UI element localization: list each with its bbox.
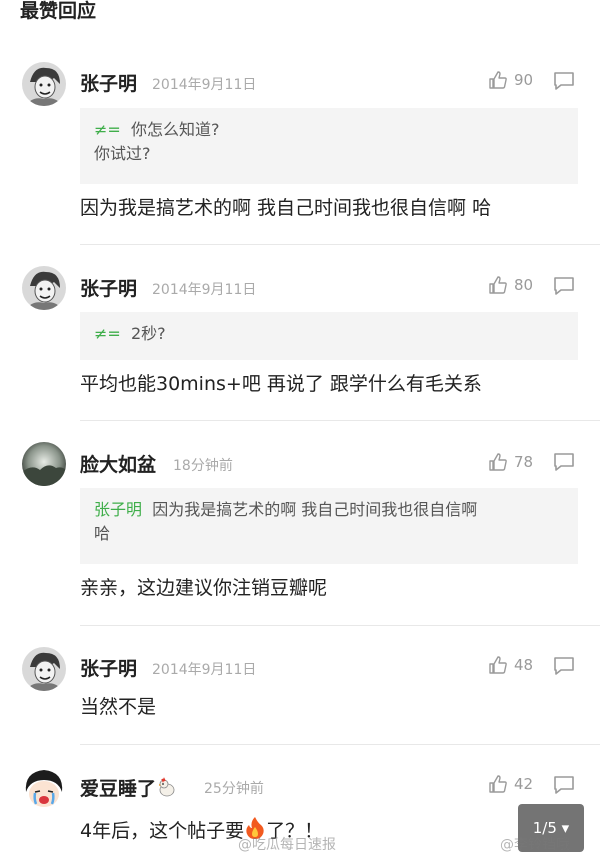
reply-bubble-icon[interactable] xyxy=(553,775,575,795)
username[interactable]: 脸大如盆 xyxy=(80,453,156,477)
cartoon-avatar-icon xyxy=(22,62,66,106)
quote-text: 因为我是搞艺术的啊 我自己时间我也很自信啊 xyxy=(152,500,478,519)
comment-time: 2014年9月11日 xyxy=(152,662,257,678)
comment-text: 亲亲，这边建议你注销豆瓣呢 xyxy=(80,577,328,599)
quote-text: 你试过? xyxy=(94,144,151,163)
comment-text: 平均也能30mins+吧 再说了 跟学什么有毛关系 xyxy=(80,373,482,395)
thumbs-up-icon xyxy=(489,775,507,793)
user-avatar[interactable] xyxy=(22,766,66,810)
comment-time: 2014年9月11日 xyxy=(152,77,257,93)
quote-symbol: ≠= xyxy=(94,324,121,343)
thumbs-up-icon xyxy=(489,71,507,89)
reply-bubble-icon[interactable] xyxy=(553,276,575,296)
divider xyxy=(80,420,600,421)
comment-time: 18分钟前 xyxy=(173,458,233,474)
comment-time: 25分钟前 xyxy=(204,781,264,797)
quote-text: 你怎么知道? xyxy=(130,120,220,139)
quote-text: 哈 xyxy=(94,524,111,543)
comment-time: 2014年9月11日 xyxy=(152,282,257,298)
quoted-reply: 张子明 因为我是搞艺术的啊 我自己时间我也很自信啊 哈 xyxy=(80,488,578,564)
watermark: @李铃铛哦 xyxy=(500,837,570,853)
divider xyxy=(80,244,600,245)
cartoon-avatar-icon xyxy=(22,647,66,691)
username-text: 爱豆睡了 xyxy=(80,778,157,800)
landscape-avatar-icon xyxy=(22,442,66,486)
user-avatar[interactable] xyxy=(22,62,66,106)
username[interactable]: 张子明 xyxy=(80,657,137,681)
comment-text-part: 4年后，这个帖子要 xyxy=(80,820,245,842)
like-button[interactable]: 90 xyxy=(488,68,533,92)
quoted-reply: ≠= 2秒? xyxy=(80,312,578,360)
thumbs-up-icon xyxy=(489,656,507,674)
reply-bubble-icon[interactable] xyxy=(553,71,575,91)
crying-girl-avatar-icon xyxy=(22,766,66,810)
quote-symbol: ≠= xyxy=(94,120,121,139)
watermark: @吃瓜每日速报 xyxy=(238,837,336,853)
username[interactable]: 张子明 xyxy=(80,277,137,301)
like-count: 90 xyxy=(514,71,534,89)
like-button[interactable]: 48 xyxy=(488,653,533,677)
like-count: 48 xyxy=(514,656,534,674)
section-title: 最赞回应 xyxy=(20,0,97,22)
quoted-reply: ≠= 你怎么知道? 你试过? xyxy=(80,108,578,184)
divider xyxy=(80,744,600,745)
comment-text: 因为我是搞艺术的啊 我自己时间我也很自信啊 哈 xyxy=(80,197,492,219)
quote-text: 2秒? xyxy=(130,324,166,343)
quote-author[interactable]: 张子明 xyxy=(94,500,142,519)
chicken-emoji-icon xyxy=(159,777,175,797)
username[interactable]: 爱豆睡了 xyxy=(80,776,178,801)
like-button[interactable]: 80 xyxy=(488,273,533,297)
like-button[interactable]: 42 xyxy=(488,772,533,796)
user-avatar[interactable] xyxy=(22,647,66,691)
reply-bubble-icon[interactable] xyxy=(553,452,575,472)
like-count: 42 xyxy=(514,775,534,793)
like-count: 78 xyxy=(514,453,534,471)
comment-text: 当然不是 xyxy=(80,696,157,718)
user-avatar[interactable] xyxy=(22,266,66,310)
reply-bubble-icon[interactable] xyxy=(553,656,575,676)
like-count: 80 xyxy=(514,276,534,294)
cartoon-avatar-icon xyxy=(22,266,66,310)
thumbs-up-icon xyxy=(489,453,507,471)
like-button[interactable]: 78 xyxy=(488,450,533,474)
divider xyxy=(80,625,600,626)
user-avatar[interactable] xyxy=(22,442,66,486)
username[interactable]: 张子明 xyxy=(80,72,137,96)
thumbs-up-icon xyxy=(489,276,507,294)
